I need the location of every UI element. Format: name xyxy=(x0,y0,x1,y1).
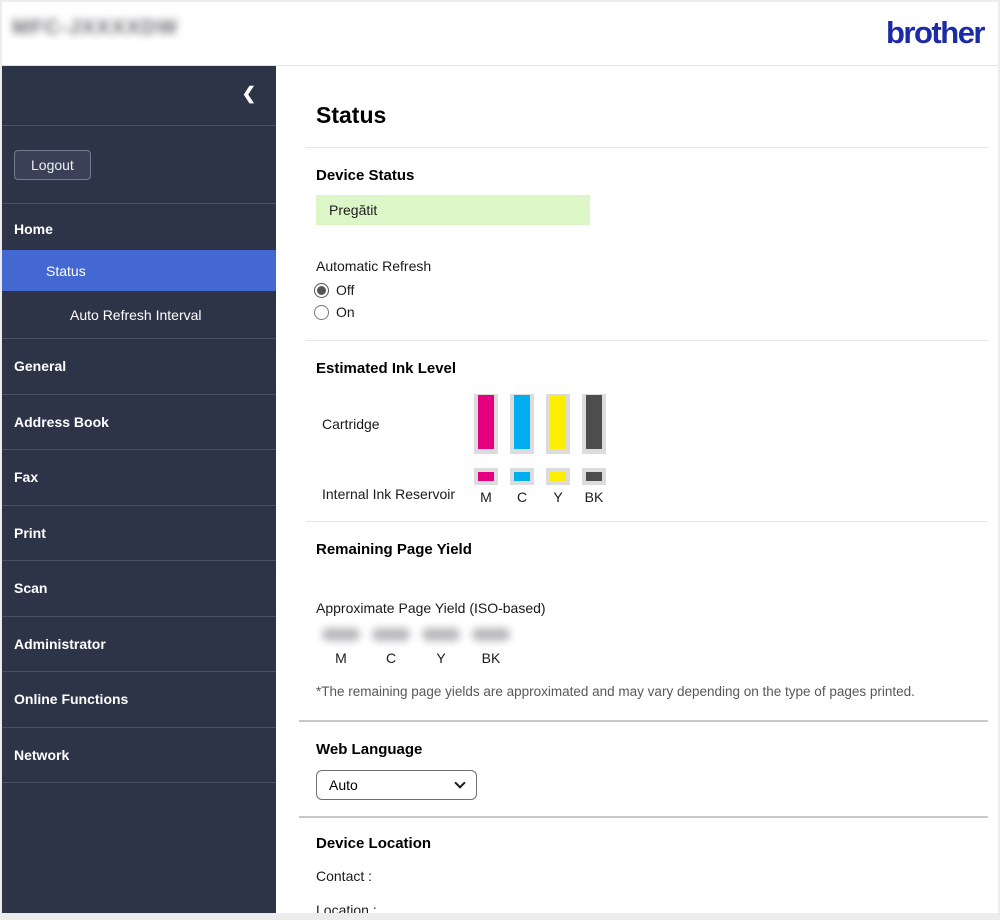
chevron-down-icon xyxy=(454,777,466,789)
sidebar-item-label: Status xyxy=(46,262,86,279)
yield-col-y: Y xyxy=(416,628,466,666)
page-yield-footnote: *The remaining page yields are approxima… xyxy=(316,684,915,699)
sidebar-item-status[interactable]: Status xyxy=(2,250,276,291)
automatic-refresh-radio-group: Off On xyxy=(314,282,988,320)
ink-color-label-y: Y xyxy=(553,489,563,505)
yield-col-c: C xyxy=(366,628,416,666)
contact-label: Contact : xyxy=(316,868,373,884)
brother-logo: brother xyxy=(886,15,986,50)
radio-on[interactable] xyxy=(314,304,329,320)
sidebar-items-list: General Address Book Fax Print Scan Administr… xyxy=(2,339,276,783)
ink-level-heading: Estimated Ink Level xyxy=(316,360,457,377)
collapse-sidebar-icon[interactable]: ❮ xyxy=(242,84,256,104)
yield-value-redacted xyxy=(322,628,360,641)
page-title: Status xyxy=(316,102,387,128)
automatic-refresh-option-off[interactable]: Off xyxy=(314,282,988,298)
sidebar-item-label: Home xyxy=(14,221,53,237)
reservoir-bar-m xyxy=(474,468,498,485)
web-language-selected-value: Auto xyxy=(329,777,358,793)
ink-fill xyxy=(514,472,530,481)
yield-label: Y xyxy=(436,650,446,666)
sidebar-item-print[interactable]: Print xyxy=(2,506,276,561)
reservoir-label: Internal Ink Reservoir xyxy=(322,486,456,502)
ink-fill xyxy=(586,472,602,481)
sidebar-item-fax[interactable]: Fax xyxy=(2,450,276,506)
ink-color-label-c: C xyxy=(516,489,528,505)
reservoir-bars xyxy=(474,468,606,485)
main-panel: Status Device Status Pregătit Automatic … xyxy=(276,66,998,913)
sidebar-item-auto-refresh-interval[interactable]: Auto Refresh Interval xyxy=(2,291,276,339)
printer-web-page: MFC-JXXXXDW brother ❮ Logout Home Status… xyxy=(0,0,1000,920)
sidebar-item-administrator[interactable]: Administrator xyxy=(2,617,276,672)
sidebar-item-online-functions[interactable]: Online Functions xyxy=(2,672,276,728)
ink-color-label-m: M xyxy=(480,489,492,505)
cartridge-bar-c xyxy=(510,394,534,454)
logout-button[interactable]: Logout xyxy=(14,150,91,180)
radio-label: Off xyxy=(336,282,355,298)
cartridge-bar-y xyxy=(546,394,570,454)
sidebar-item-home[interactable]: Home xyxy=(2,204,276,250)
radio-label: On xyxy=(336,304,355,320)
sidebar-item-address-book[interactable]: Address Book xyxy=(2,395,276,450)
divider xyxy=(306,147,988,148)
page-yield-heading: Remaining Page Yield xyxy=(316,541,472,558)
page-bottom-edge xyxy=(2,913,998,920)
ink-fill xyxy=(514,395,530,449)
ink-fill xyxy=(586,395,602,449)
yield-label: BK xyxy=(481,650,501,666)
sidebar-nav: ❮ Logout Home Status Auto Refresh Interv… xyxy=(2,66,276,913)
cartridge-bars xyxy=(474,394,606,454)
ink-level-table: Cartridge Internal Ink Reservoir M C Y BK xyxy=(316,394,988,505)
web-language-select[interactable]: Auto xyxy=(316,770,477,800)
yield-label: M xyxy=(335,650,347,666)
device-location-heading: Device Location xyxy=(316,835,432,852)
ink-color-labels: M C Y BK xyxy=(474,489,606,505)
printer-model-name: MFC-JXXXXDW xyxy=(12,16,179,39)
reservoir-bars-and-labels: M C Y BK xyxy=(474,468,606,505)
logout-row: Logout xyxy=(2,126,276,204)
divider xyxy=(306,521,988,522)
divider xyxy=(306,340,988,341)
device-status-value: Pregătit xyxy=(316,195,590,225)
sidebar-item-scan[interactable]: Scan xyxy=(2,561,276,617)
divider xyxy=(299,816,988,818)
header-bar: MFC-JXXXXDW brother xyxy=(2,2,998,66)
cartridge-label: Cartridge xyxy=(322,416,380,432)
cartridge-bar-bk xyxy=(582,394,606,454)
sidebar-item-label: Auto Refresh Interval xyxy=(70,306,202,323)
ink-fill xyxy=(478,395,494,449)
radio-off[interactable] xyxy=(314,282,329,298)
reservoir-bar-bk xyxy=(582,468,606,485)
ink-color-label-bk: BK xyxy=(584,489,604,505)
device-status-heading: Device Status xyxy=(316,167,415,184)
yield-value-redacted xyxy=(372,628,410,641)
ink-fill xyxy=(550,395,566,449)
sidebar-collapse-row: ❮ xyxy=(2,66,276,126)
ink-fill xyxy=(550,472,566,481)
reservoir-bar-c xyxy=(510,468,534,485)
sidebar-item-general[interactable]: General xyxy=(2,339,276,395)
yield-value-redacted xyxy=(472,628,510,641)
page-yield-values: M C Y BK xyxy=(316,628,988,666)
yield-col-bk: BK xyxy=(466,628,516,666)
location-label: Location : xyxy=(316,902,377,913)
automatic-refresh-option-on[interactable]: On xyxy=(314,304,988,320)
yield-col-m: M xyxy=(316,628,366,666)
web-language-heading: Web Language xyxy=(316,741,423,758)
page-yield-subheading: Approximate Page Yield (ISO-based) xyxy=(316,600,546,616)
sidebar-item-network[interactable]: Network xyxy=(2,728,276,783)
yield-label: C xyxy=(385,650,397,666)
yield-value-redacted xyxy=(422,628,460,641)
reservoir-bar-y xyxy=(546,468,570,485)
automatic-refresh-label: Automatic Refresh xyxy=(316,258,432,274)
ink-fill xyxy=(478,472,494,481)
cartridge-bar-m xyxy=(474,394,498,454)
divider xyxy=(299,720,988,722)
